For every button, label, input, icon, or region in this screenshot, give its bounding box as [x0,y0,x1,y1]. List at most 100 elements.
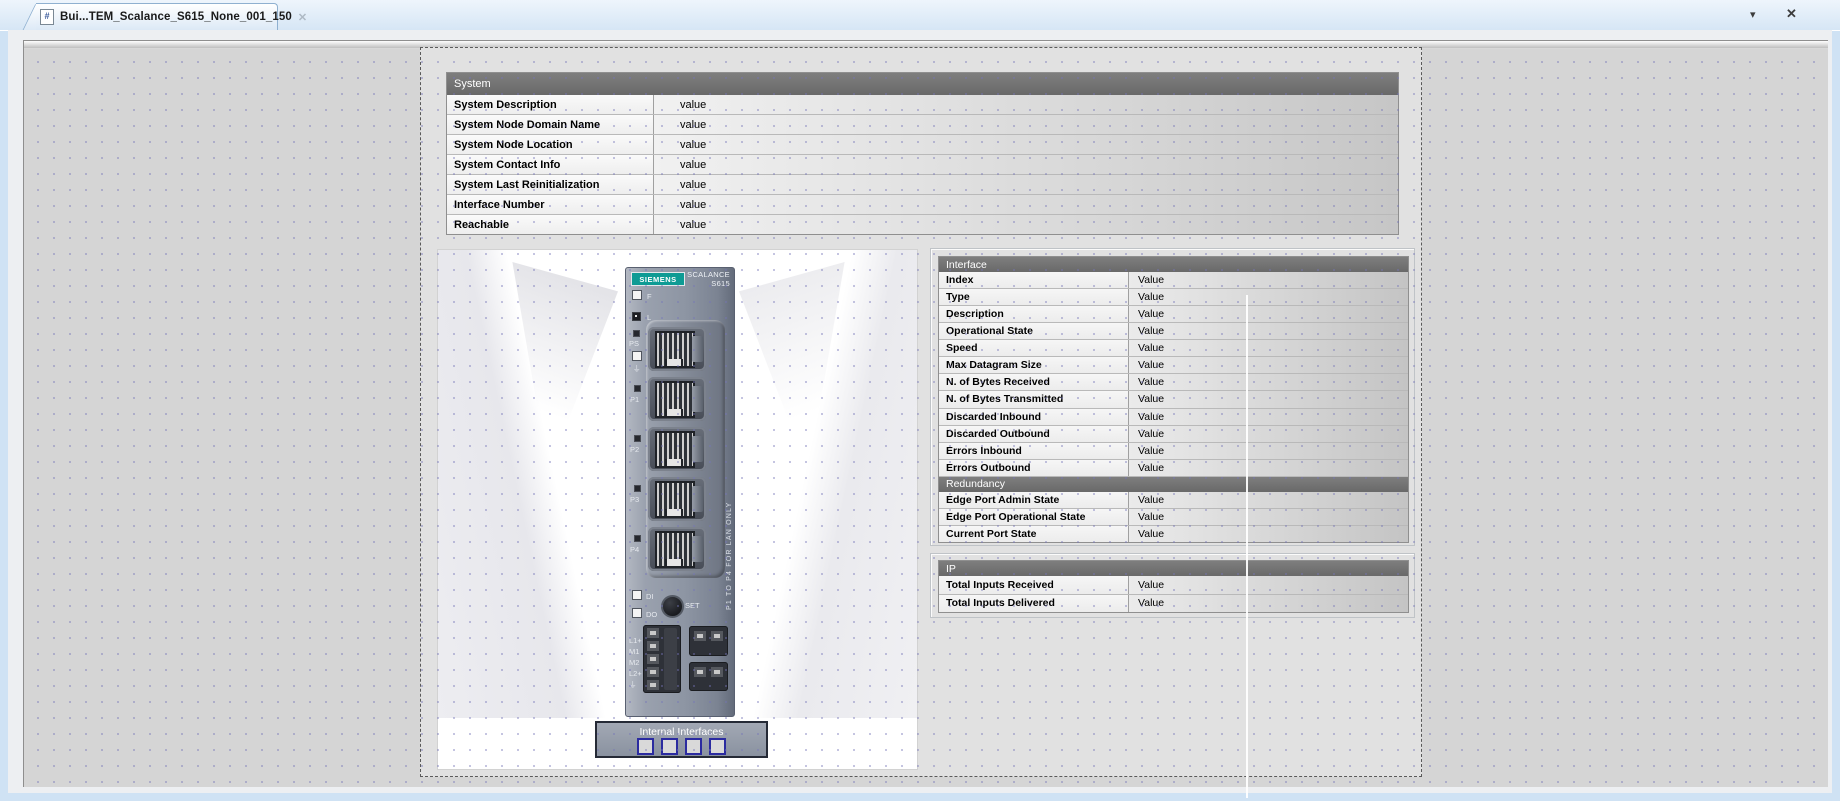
port-label: P2 [630,446,639,454]
terminal-contact [711,667,723,677]
tab-close-icon[interactable]: ✕ [298,11,307,24]
row-value: Value [1129,526,1408,542]
rj45-jack-icon [655,481,695,518]
port-led-indicator [634,435,641,442]
led-ps-label: PS [629,340,639,348]
row-value: Value [1129,576,1408,594]
terminal-contact [694,631,706,641]
row-label: System Contact Info [447,155,654,174]
terminal-label: M1 [629,648,639,656]
scalance-s615-device-image[interactable]: SIEMENS SCALANCE S615 P1 TO P4 FOR LAN O… [625,267,735,717]
table-row: Discarded OutboundValue [939,426,1408,443]
ip-table[interactable]: IPTotal Inputs ReceivedValueTotal Inputs… [938,560,1409,613]
row-value: value [654,175,1398,194]
row-label: Total Inputs Delivered [939,595,1129,613]
terminal-contact [647,680,659,690]
row-value: Value [1129,409,1408,425]
internal-interfaces-title: Internal Interfaces [597,726,766,738]
render-artifact-line [1246,295,1248,798]
led-do-indicator [632,608,642,618]
system-table[interactable]: SystemSystem DescriptionvalueSystem Node… [446,72,1399,235]
table-row: Current Port StateValue [939,526,1408,542]
rj45-latch-tab [692,386,703,412]
io-terminal-block-top [689,626,728,656]
interface-table[interactable]: InterfaceIndexValueTypeValueDescriptionV… [938,256,1409,543]
led-l-label: L [647,314,651,322]
table-row: Errors OutboundValue [939,460,1408,477]
row-value: value [654,95,1398,114]
tab-scalance-faceplate[interactable]: # Bui...TEM_Scalance_S615_None_001_150 ✕ [36,3,278,30]
row-value: value [654,115,1398,134]
table-section-header: System [447,73,1398,95]
led-ps-indicator [633,330,640,337]
table-row: Errors InboundValue [939,443,1408,460]
terminal-contact [647,654,659,664]
rj45-jack-icon [655,431,695,468]
table-row: N. of Bytes ReceivedValue [939,374,1408,391]
table-row: Discarded InboundValue [939,409,1408,426]
row-label: Discarded Outbound [939,426,1129,442]
led-f-indicator [632,290,642,300]
table-row: Operational StateValue [939,323,1408,340]
terminal-connector-bar [664,628,677,690]
terminal-label: L2+ [629,670,642,678]
table-row: Total Inputs DeliveredValue [939,595,1408,613]
row-label: Max Datagram Size [939,357,1129,373]
row-value: Value [1129,289,1408,305]
row-value: Value [1129,374,1408,390]
port-label: P4 [630,546,639,554]
row-value: value [654,215,1398,234]
ground-symbol-label: ⏚ [633,365,641,373]
terminal-contact [647,628,659,638]
table-row: System Node Domain Namevalue [447,115,1398,135]
row-value: value [654,195,1398,214]
row-value: Value [1129,509,1408,525]
tab-strip: # Bui...TEM_Scalance_S615_None_001_150 ✕… [0,0,1840,31]
internal-interface-port [709,738,726,755]
terminal-contact [647,641,659,651]
row-label: Interface Number [447,195,654,214]
internal-interface-port [685,738,702,755]
siemens-logo: SIEMENS [631,272,685,286]
led-di-indicator [632,590,642,600]
row-value: Value [1129,340,1408,356]
rj45-latch-tab [692,536,703,562]
led-ground-indicator [632,351,642,361]
internal-interfaces-bar[interactable]: Internal Interfaces [595,721,768,758]
table-row: DescriptionValue [939,306,1408,323]
row-value: Value [1129,272,1408,288]
terminal-contact [694,667,706,677]
led-f-label: F [647,293,652,301]
row-label: Description [939,306,1129,322]
table-row: Reachablevalue [447,215,1398,234]
row-label: Total Inputs Received [939,576,1129,594]
terminal-contact [647,667,659,677]
rj45-jack-icon [655,531,695,568]
table-row: IndexValue [939,272,1408,289]
row-label: Errors Inbound [939,443,1129,459]
port-led-indicator [634,485,641,492]
row-label: N. of Bytes Transmitted [939,391,1129,407]
table-row: Edge Port Operational StateValue [939,509,1408,526]
row-value: Value [1129,426,1408,442]
table-row: TypeValue [939,289,1408,306]
row-value: Value [1129,391,1408,407]
led-di-label: DI [646,593,654,601]
window-close-icon[interactable]: ✕ [1786,6,1797,22]
internal-interface-port [661,738,678,755]
tab-title: Bui...TEM_Scalance_S615_None_001_150 [60,11,292,23]
row-label: System Last Reinitialization [447,175,654,194]
table-row: System Contact Infovalue [447,155,1398,175]
rj45-latch-tab [692,336,703,362]
device-model-label: SCALANCE S615 [684,271,730,288]
window-menu-icon[interactable]: ▾ [1750,8,1756,21]
row-label: System Node Location [447,135,654,154]
table-section-header: Redundancy [939,477,1408,492]
row-label: Reachable [447,215,654,234]
row-value: Value [1129,323,1408,339]
table-row: N. of Bytes TransmittedValue [939,391,1408,408]
row-label: Operational State [939,323,1129,339]
port-label: P3 [630,496,639,504]
table-row: System Node Locationvalue [447,135,1398,155]
row-value: Value [1129,595,1408,613]
